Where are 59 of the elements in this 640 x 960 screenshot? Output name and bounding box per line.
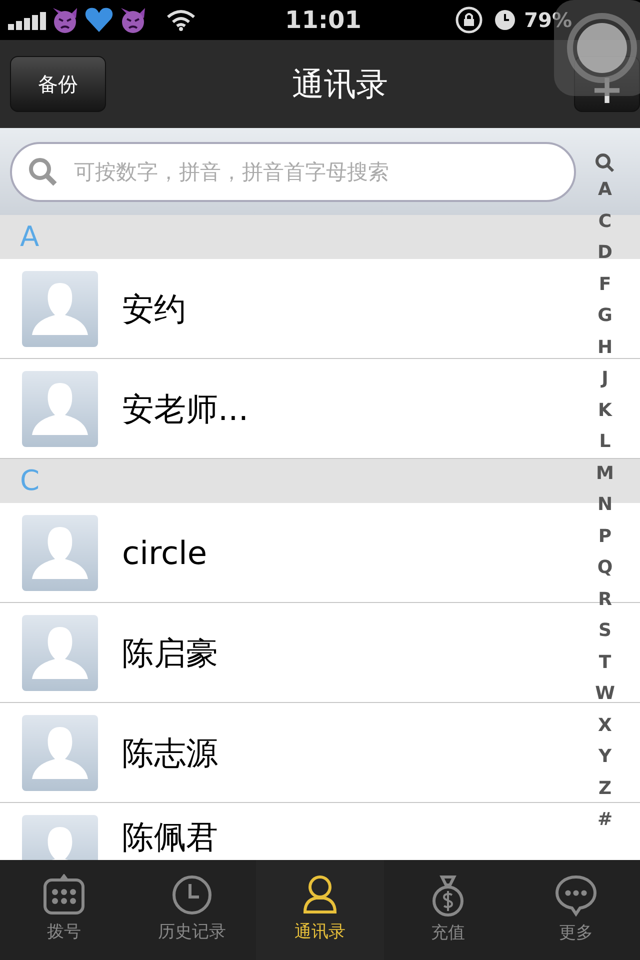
contact-row[interactable]: 安约: [0, 259, 572, 358]
contact-name: circle: [122, 532, 208, 574]
wifi-icon: [166, 8, 196, 32]
index-letter[interactable]: G: [598, 300, 612, 332]
chat-bubble-icon: [554, 873, 598, 918]
avatar-icon: [22, 270, 98, 346]
tab-item[interactable]: 历史记录: [128, 860, 256, 960]
contact-name: 安老师...: [122, 388, 249, 430]
avatar-icon: [22, 714, 98, 790]
index-letter[interactable]: F: [598, 268, 612, 300]
index-letter[interactable]: J: [602, 363, 608, 394]
avatar-icon: [22, 514, 98, 590]
clock-icon: [171, 874, 213, 916]
index-letter[interactable]: D: [598, 237, 612, 268]
index-letter[interactable]: #: [597, 804, 613, 836]
index-letter[interactable]: P: [598, 520, 612, 552]
person-icon: [301, 874, 339, 916]
avatar-icon: [22, 370, 98, 446]
backup-button[interactable]: 备份: [10, 56, 106, 112]
contact-name: 陈佩君: [122, 819, 218, 855]
contact-row[interactable]: circle: [0, 503, 572, 602]
tab-item[interactable]: 更多: [512, 860, 640, 960]
nav-title: 通讯录: [291, 64, 389, 105]
section-header: A: [20, 219, 40, 255]
index-letter[interactable]: Q: [597, 552, 613, 584]
contact-name: 安约: [122, 288, 186, 330]
contact-name: 陈志源: [122, 732, 218, 774]
alarm-clock-icon: [494, 9, 516, 31]
heart-icon: [84, 6, 114, 34]
index-letter[interactable]: C: [598, 206, 612, 237]
signal-icon: [8, 10, 46, 30]
section-header: C: [20, 463, 40, 499]
avatar-icon: [22, 614, 98, 690]
battery-percent: 79%: [524, 7, 572, 34]
index-letter[interactable]: H: [597, 332, 613, 363]
contact-row[interactable]: 陈志源: [0, 703, 572, 802]
index-letter[interactable]: M: [596, 458, 614, 489]
index-search-icon[interactable]: [594, 152, 616, 174]
index-letter[interactable]: W: [595, 678, 615, 710]
search-field[interactable]: 可按数字，拼音，拼音首字母搜索: [10, 142, 576, 202]
index-letter[interactable]: X: [598, 710, 612, 741]
contact-name: 陈启豪: [122, 632, 218, 674]
tab-item[interactable]: 通讯录: [256, 860, 384, 960]
index-letter[interactable]: K: [598, 394, 612, 426]
index-letter[interactable]: R: [598, 584, 612, 615]
tab-item[interactable]: 充值: [384, 860, 512, 960]
search-icon: [28, 156, 58, 186]
index-letter[interactable]: T: [598, 646, 612, 678]
index-letter[interactable]: Z: [598, 772, 612, 804]
tab-item[interactable]: 拨号: [0, 860, 128, 960]
index-letter[interactable]: Y: [598, 741, 612, 772]
keypad-icon: [42, 874, 86, 916]
status-time: 11:01: [285, 5, 362, 36]
index-letter[interactable]: S: [598, 615, 612, 646]
index-letter[interactable]: L: [599, 426, 611, 458]
index-letter[interactable]: A: [598, 174, 612, 206]
index-letter[interactable]: N: [597, 489, 613, 520]
contact-row[interactable]: 安老师...: [0, 359, 572, 458]
contact-row[interactable]: 陈启豪: [0, 603, 572, 702]
